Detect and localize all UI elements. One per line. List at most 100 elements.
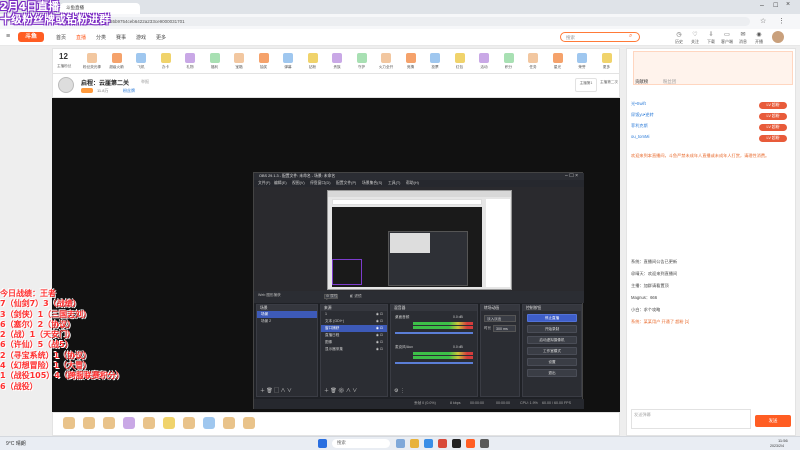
- clock-time[interactable]: 11:56: [778, 438, 788, 443]
- obs-taskbar-icon[interactable]: [452, 439, 461, 448]
- taskbar-search[interactable]: 搜索: [332, 439, 390, 448]
- rank-row[interactable]: 光•Swift LV 超粉: [631, 101, 791, 111]
- gift-icon[interactable]: [123, 417, 135, 429]
- obs-scene-item[interactable]: 场景: [257, 311, 317, 318]
- history-icon[interactable]: ◷ 历史: [672, 32, 686, 45]
- obs-scene-add-icon[interactable]: ＋ 🗑 ▢ ∧ ∨: [260, 387, 292, 394]
- rank-row[interactable]: ou_tomMi LV 超粉: [631, 134, 791, 144]
- exit-button[interactable]: 退出: [527, 369, 577, 377]
- obs-source-add-icon[interactable]: ＋ 🗑 ⚙ ∧ ∨: [324, 387, 357, 394]
- search-input[interactable]: 搜索: [560, 32, 640, 42]
- gift-icon[interactable]: [83, 417, 95, 429]
- obs-menu-scenes[interactable]: 场景集合(S): [362, 181, 382, 186]
- obs-volume-slider[interactable]: [395, 332, 473, 334]
- chat-tab-fans[interactable]: 粉丝团: [663, 79, 676, 85]
- app-icon[interactable]: [438, 439, 447, 448]
- gift-icon[interactable]: [63, 417, 75, 429]
- obs-filters-button[interactable]: ◧ 滤镜: [350, 294, 362, 299]
- obs-preview[interactable]: [254, 187, 584, 291]
- rank-box-2[interactable]: 主播第二次: [599, 78, 619, 92]
- gift-item[interactable]: 超级火箭: [108, 53, 126, 70]
- close-icon[interactable]: ×: [786, 1, 790, 8]
- obs-properties-button[interactable]: ⚙ 属性: [326, 294, 337, 299]
- nav-item-live[interactable]: 直播: [76, 34, 86, 41]
- obs-source-item[interactable]: 显示器采集 ◉ ⊡: [321, 346, 387, 353]
- gift-item[interactable]: 活动: [475, 53, 493, 70]
- obs-source-item[interactable]: 图像 ◉ ⊡: [321, 339, 387, 346]
- virtual-camera-button[interactable]: 启动虚拟摄像机: [527, 336, 577, 344]
- start-recording-button[interactable]: 开始录制: [527, 325, 577, 333]
- gift-item[interactable]: 礼物: [181, 53, 199, 70]
- gift-item[interactable]: 火力全开: [377, 53, 395, 70]
- gift-item[interactable]: 办卡: [157, 53, 175, 70]
- gift-item[interactable]: 粉丝荧光棒: [83, 53, 101, 70]
- obs-scene-item[interactable]: 场景 2: [257, 318, 317, 325]
- obs-volume-slider[interactable]: [395, 362, 473, 364]
- gift-icon[interactable]: [223, 417, 235, 429]
- rank-row[interactable]: 尿饭yu•逆转 LV 超粉: [631, 112, 791, 122]
- nav-item-more[interactable]: 更多: [156, 34, 166, 41]
- taskbar-weather[interactable]: 9°C 晴朗: [6, 440, 26, 447]
- gift-item[interactable]: 钻粉: [304, 53, 322, 70]
- eye-icon[interactable]: ◉ ⊡: [376, 312, 383, 316]
- obs-menu-help[interactable]: 帮助(H): [406, 181, 419, 186]
- streamer-avatar[interactable]: [58, 77, 74, 93]
- rank-row[interactable]: 菲利克斯 LV 超粉: [631, 123, 791, 133]
- chat-input[interactable]: 发送弹幕: [631, 409, 751, 429]
- gift-item[interactable]: 弹幕: [279, 53, 297, 70]
- gift-item[interactable]: 飞机: [132, 53, 150, 70]
- douyu-icon[interactable]: [466, 439, 475, 448]
- gift-item[interactable]: 星光: [549, 53, 567, 70]
- chat-tab-contribution[interactable]: 贡献榜: [635, 79, 648, 85]
- gift-icon[interactable]: [203, 417, 215, 429]
- gift-icon[interactable]: [243, 417, 255, 429]
- obs-window-controls[interactable]: – ☐ ×: [565, 173, 578, 179]
- obs-menu-docks[interactable]: 停靠窗口(D): [310, 181, 330, 186]
- gift-item[interactable]: 竞猜: [402, 53, 420, 70]
- nav-item-home[interactable]: 首页: [56, 34, 66, 41]
- settings-button[interactable]: 设置: [527, 358, 577, 366]
- gift-item[interactable]: 抽奖: [255, 53, 273, 70]
- download-icon[interactable]: ⇩ 下载: [704, 32, 718, 45]
- obs-menu-profile[interactable]: 配置文件(P): [336, 181, 356, 186]
- gift-item[interactable]: 荣誉: [573, 53, 591, 70]
- menu-icon[interactable]: ⋮: [778, 17, 785, 25]
- task-view-icon[interactable]: [396, 439, 405, 448]
- avatar[interactable]: [772, 31, 784, 43]
- eye-icon[interactable]: ◉ ⊡: [376, 333, 383, 337]
- url-field[interactable]: www.douyu.com/... 4b55b9754ceb6422a233ce…: [60, 17, 750, 26]
- eye-icon[interactable]: ◉ ⊡: [376, 340, 383, 344]
- gift-icon[interactable]: [163, 417, 175, 429]
- obs-transition-select[interactable]: 淡入淡出: [484, 315, 516, 322]
- edge-icon[interactable]: [424, 439, 433, 448]
- gift-item[interactable]: 福利: [206, 53, 224, 70]
- star-icon[interactable]: ☆: [760, 17, 766, 25]
- search-icon[interactable]: ⌕: [629, 33, 632, 40]
- gift-icon[interactable]: [103, 417, 115, 429]
- gift-item[interactable]: 红包: [451, 53, 469, 70]
- nav-item-events[interactable]: 赛事: [116, 34, 126, 41]
- clock-date[interactable]: 2023/2/4: [770, 444, 784, 448]
- nav-item-games[interactable]: 游戏: [136, 34, 146, 41]
- eye-icon[interactable]: ◉ ⊡: [376, 326, 383, 330]
- report-link[interactable]: 举报: [141, 79, 149, 85]
- gift-item[interactable]: 任务: [524, 53, 542, 70]
- obs-mixer-settings-icon[interactable]: ⚙ ⋮: [394, 388, 405, 394]
- gift-item[interactable]: 投票: [426, 53, 444, 70]
- gift-icon[interactable]: [143, 417, 155, 429]
- gift-item[interactable]: 更多: [598, 53, 616, 70]
- stop-stream-button[interactable]: 停止直播: [527, 314, 577, 322]
- obs-source-item[interactable]: 直播日程 ◉ ⊡: [321, 332, 387, 339]
- fan-badge-link[interactable]: 粉丝牌: [123, 88, 135, 94]
- eye-icon[interactable]: ◉ ⊡: [376, 319, 383, 323]
- gift-item[interactable]: 积分: [500, 53, 518, 70]
- follow-icon[interactable]: ♡ 关注: [688, 32, 702, 45]
- obs-source-item[interactable]: 1 ◉ ⊡: [321, 311, 387, 318]
- gift-item[interactable]: 贵族: [328, 53, 346, 70]
- obs-menu-view[interactable]: 视图(V): [292, 181, 305, 186]
- message-icon[interactable]: ✉ 消息: [736, 32, 750, 45]
- eye-icon[interactable]: ◉ ⊡: [376, 347, 383, 351]
- client-icon[interactable]: ▭ 客户端: [720, 32, 734, 45]
- send-button[interactable]: 发送: [755, 415, 791, 427]
- nav-item-category[interactable]: 分类: [96, 34, 106, 41]
